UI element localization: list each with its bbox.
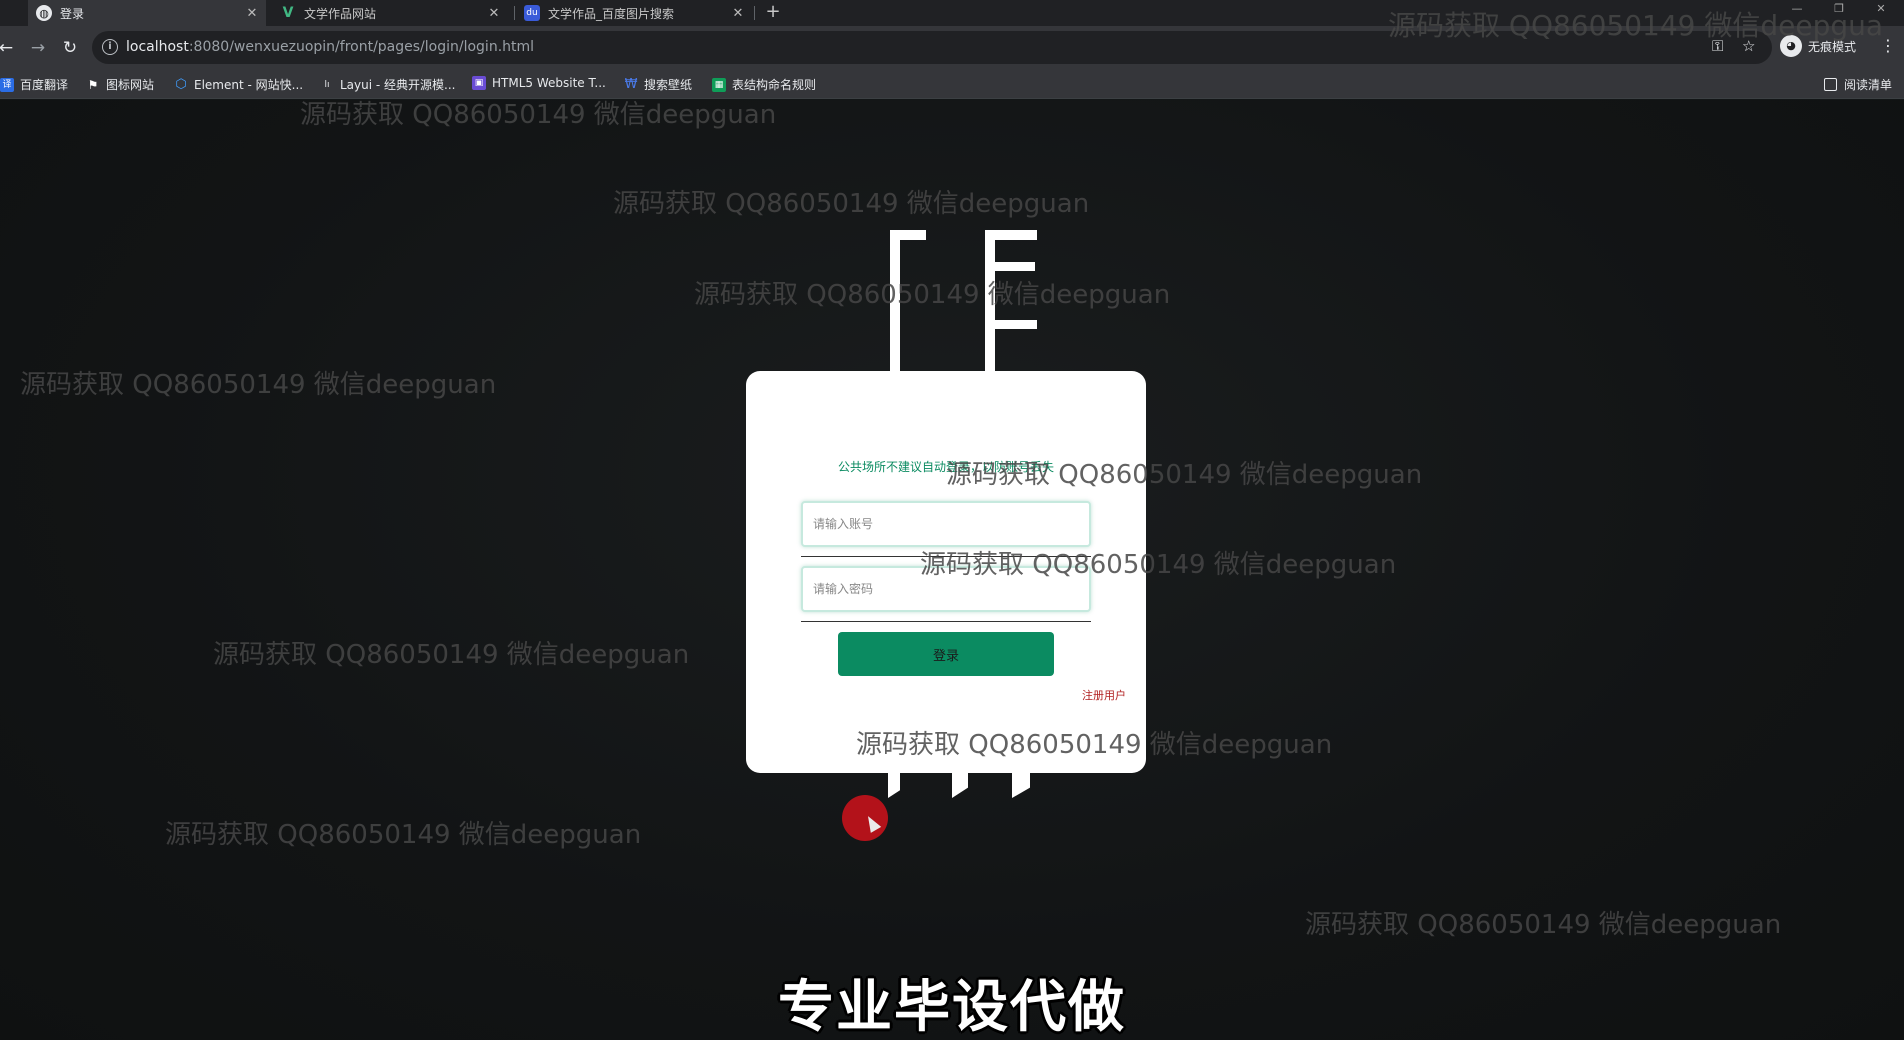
password-input[interactable] <box>801 566 1091 612</box>
close-icon[interactable]: ✕ <box>728 6 748 21</box>
bookmark-label: 百度翻译 <box>20 78 69 92</box>
tab-title: 文学作品_百度图片搜索 <box>548 6 675 21</box>
tab-title: 文学作品网站 <box>304 6 377 21</box>
vue-icon: V <box>282 5 294 21</box>
baidu-icon: du <box>524 5 540 21</box>
html5-icon: ▣ <box>472 76 486 90</box>
decor-leg <box>1012 772 1030 798</box>
forward-button[interactable]: → <box>26 36 50 60</box>
bookmark-label: Layui - 经典开源模... <box>340 78 456 92</box>
bookmark-wallpaper[interactable]: ₩ 搜索壁纸 <box>624 76 692 93</box>
reload-button[interactable]: ↻ <box>58 36 82 60</box>
login-page: 公共场所不建议自动登录，以防账号丢失 登录 注册用户 源码获取 QQ860501… <box>0 100 1904 1040</box>
menu-icon[interactable]: ⋮ <box>1880 36 1896 55</box>
sheet-icon: ▦ <box>712 77 726 92</box>
register-link[interactable]: 注册用户 <box>1082 687 1126 703</box>
bookmark-baidu-translate[interactable]: 译 百度翻译 <box>0 76 68 93</box>
layui-icon: lı <box>324 79 330 90</box>
watermark: 源码获取 QQ86050149 微信deepguan <box>300 100 777 130</box>
tab-separator <box>514 6 515 20</box>
login-card: 公共场所不建议自动登录，以防账号丢失 登录 注册用户 <box>746 371 1146 773</box>
decor-bar <box>985 230 995 378</box>
incognito-label: 无痕模式 <box>1808 39 1857 54</box>
element-icon: ⬡ <box>175 76 187 92</box>
bookmark-label: 图标网站 <box>106 78 155 92</box>
translate-icon: 译 <box>0 77 14 92</box>
tab-title: 登录 <box>60 6 85 21</box>
flag-icon: ⚑ <box>87 77 99 92</box>
browser-toolbar: ← → ↻ i localhost:8080/wenxuezuopin/fron… <box>0 26 1904 70</box>
bookmark-icon-site[interactable]: ⚑ 图标网站 <box>86 76 154 93</box>
decor-leg <box>952 772 968 798</box>
reading-list[interactable]: 阅读清单 <box>1824 76 1892 93</box>
reading-list-icon <box>1824 78 1837 91</box>
watermark: 源码获取 QQ86050149 微信deepguan <box>20 370 497 400</box>
info-icon[interactable]: i <box>102 39 118 55</box>
url-path: :8080/wenxuezuopin/front/pages/login/log… <box>188 39 535 55</box>
bookmark-label: 表结构命名规则 <box>732 78 817 92</box>
bookmark-html5-website[interactable]: ▣ HTML5 Website T... <box>472 76 606 90</box>
tab-login[interactable]: ◍ 登录 ✕ <box>28 0 266 26</box>
watermark: 源码获取 QQ86050149 微信deepguan <box>165 820 642 850</box>
bookmark-layui[interactable]: lı Layui - 经典开源模... <box>320 76 455 93</box>
bookmarks-bar: 译 百度翻译 ⚑ 图标网站 ⬡ Element - 网站快... lı Layu… <box>0 70 1904 99</box>
watermark: 源码获取 QQ86050149 微信deepguan <box>613 189 1090 219</box>
star-icon[interactable]: ☆ <box>1742 37 1755 55</box>
key-icon[interactable]: ⚿ <box>1712 37 1723 55</box>
restore-button[interactable]: ❐ <box>1822 0 1856 22</box>
login-button[interactable]: 登录 <box>838 632 1054 676</box>
incognito-icon: ◕ <box>1780 35 1802 57</box>
username-input[interactable] <box>801 501 1091 547</box>
globe-icon: ◍ <box>36 5 52 21</box>
minimize-button[interactable]: — <box>1780 0 1814 22</box>
address-bar[interactable]: i localhost:8080/wenxuezuopin/front/page… <box>92 31 1772 64</box>
close-icon[interactable]: ✕ <box>484 6 504 21</box>
decor-bar <box>890 230 926 240</box>
tab-separator <box>754 6 755 20</box>
tab-strip: ◍ 登录 ✕ V 文学作品网站 ✕ du 文学作品_百度图片搜索 ✕ + — ❐… <box>0 0 1904 26</box>
close-icon[interactable]: ✕ <box>242 6 262 21</box>
window-close-button[interactable]: ✕ <box>1864 0 1898 22</box>
decor-bar <box>995 320 1037 329</box>
bookmark-label: HTML5 Website T... <box>492 76 606 90</box>
url-host: localhost <box>126 39 189 55</box>
bookmark-table-naming[interactable]: ▦ 表结构命名规则 <box>712 76 816 93</box>
watermark: 源码获取 QQ86050149 微信deepguan <box>213 640 690 670</box>
video-caption: 专业毕设代做 <box>778 975 1126 1040</box>
bookmark-label: Element - 网站快... <box>194 78 304 92</box>
back-button[interactable]: ← <box>0 36 18 60</box>
watermark: 源码获取 QQ86050149 微信deepguan <box>694 280 1171 310</box>
tab-literature-site[interactable]: V 文学作品网站 ✕ <box>272 0 508 26</box>
decor-leg <box>888 772 900 798</box>
bookmark-element[interactable]: ⬡ Element - 网站快... <box>174 76 303 93</box>
decor-bar <box>995 262 1035 271</box>
auto-login-tip: 公共场所不建议自动登录，以防账号丢失 <box>837 460 1054 474</box>
bookmark-label: 搜索壁纸 <box>644 78 693 92</box>
decor-bar <box>890 230 900 378</box>
reading-list-label: 阅读清单 <box>1844 78 1893 92</box>
input-underline <box>801 621 1091 622</box>
tab-baidu-image-search[interactable]: du 文学作品_百度图片搜索 ✕ <box>516 0 752 26</box>
url-text[interactable]: localhost:8080/wenxuezuopin/front/pages/… <box>126 39 534 55</box>
input-underline <box>801 556 1091 557</box>
new-tab-button[interactable]: + <box>762 0 784 26</box>
incognito-indicator[interactable]: ◕ 无痕模式 <box>1780 35 1856 57</box>
wallpaper-icon: ₩ <box>624 76 638 92</box>
watermark: 源码获取 QQ86050149 微信deepguan <box>1305 910 1782 940</box>
